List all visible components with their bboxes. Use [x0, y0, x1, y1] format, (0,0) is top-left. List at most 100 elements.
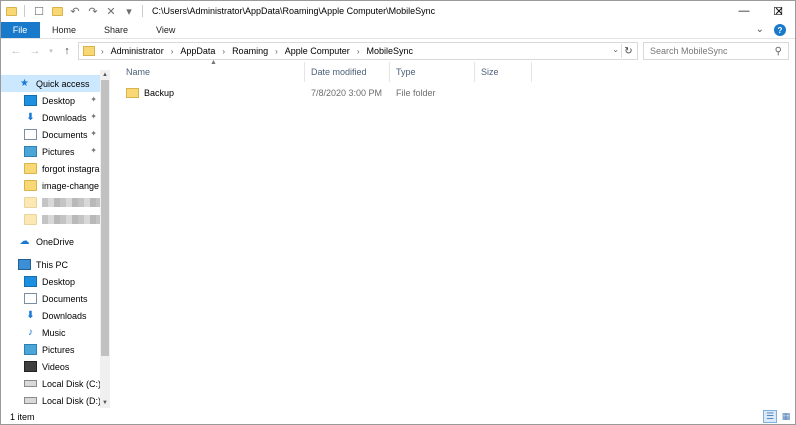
undo-icon[interactable]: ↶	[68, 4, 82, 18]
chevron-right-icon[interactable]: ›	[171, 47, 174, 56]
nav-qa-downloads[interactable]: ⬇ Downloads ✦	[0, 109, 100, 126]
breadcrumb-administrator[interactable]: Administrator	[111, 46, 164, 56]
nav-label: Desktop	[42, 276, 76, 287]
file-list: Name ▲ Date modified Type Size Backup 7/…	[112, 59, 796, 408]
quick-access-toolbar-dropdown[interactable]: ▾	[122, 4, 136, 18]
separator	[24, 5, 25, 17]
large-icons-view-icon[interactable]: ▦	[779, 410, 793, 423]
forward-button[interactable]: →	[27, 43, 43, 59]
nav-onedrive[interactable]: ☁ OneDrive	[0, 233, 100, 250]
refresh-icon[interactable]: ↻	[621, 44, 635, 58]
table-row[interactable]: Backup 7/8/2020 3:00 PM File folder	[126, 85, 456, 101]
chevron-right-icon[interactable]: ›	[357, 47, 360, 56]
download-icon: ⬇	[26, 310, 35, 321]
breadcrumb-apple-computer[interactable]: Apple Computer	[285, 46, 350, 56]
redo-icon[interactable]: ↷	[86, 4, 100, 18]
tab-share[interactable]: Share	[90, 22, 142, 38]
documents-icon	[24, 293, 37, 304]
navigation-pane: ★ Quick access Desktop ✦ ⬇ Downloads ✦ D…	[0, 70, 112, 408]
title-bar: ☐ ↶ ↷ ✕ ▾ C:\Users\Administrator\AppData…	[0, 0, 796, 22]
nav-pc-desktop[interactable]: Desktop	[0, 273, 100, 290]
nav-qa-image-change[interactable]: image-change it	[0, 177, 100, 194]
folder-icon	[24, 180, 37, 191]
help-icon[interactable]: ?	[774, 24, 786, 36]
pin-icon[interactable]: ✦	[90, 95, 97, 104]
computer-icon	[18, 259, 31, 270]
nav-label: image-change it	[42, 180, 100, 191]
nav-qa-redacted-2[interactable]	[0, 211, 100, 228]
nav-qa-redacted-1[interactable]	[0, 194, 100, 211]
chevron-right-icon[interactable]: ›	[222, 47, 225, 56]
nav-qa-forgot-instagram[interactable]: forgot instagram	[0, 160, 100, 177]
breadcrumb-roaming[interactable]: Roaming	[232, 46, 268, 56]
chevron-right-icon[interactable]: ›	[275, 47, 278, 56]
address-dropdown-icon[interactable]: ⌄	[612, 45, 619, 54]
details-view-icon[interactable]: ☰	[763, 410, 777, 423]
up-button[interactable]: ↑	[59, 43, 75, 59]
nav-scrollbar[interactable]: ▲ ▼	[100, 70, 110, 408]
breadcrumb-appdata[interactable]: AppData	[180, 46, 215, 56]
pictures-icon	[24, 146, 37, 157]
nav-pc-music[interactable]: ♪ Music	[0, 324, 100, 341]
redacted-label	[42, 198, 100, 207]
folder-icon	[24, 214, 37, 225]
column-header-name[interactable]: Name ▲	[112, 59, 305, 82]
nav-qa-pictures[interactable]: Pictures ✦	[0, 143, 100, 160]
nav-label: Documents	[42, 293, 88, 304]
folder-icon	[24, 163, 37, 174]
minimize-button[interactable]: —	[727, 0, 761, 22]
column-header-date-modified[interactable]: Date modified	[305, 62, 390, 82]
folder-icon	[126, 88, 139, 98]
nav-this-pc[interactable]: This PC	[0, 256, 100, 273]
pin-icon[interactable]: ✦	[90, 129, 97, 138]
column-header-size[interactable]: Size	[475, 62, 532, 82]
nav-pc-pictures[interactable]: Pictures	[0, 341, 100, 358]
scroll-down-icon[interactable]: ▼	[100, 398, 110, 408]
status-bar: 1 item ☰ ▦	[0, 408, 796, 425]
star-icon: ★	[20, 78, 29, 89]
nav-pc-documents[interactable]: Documents	[0, 290, 100, 307]
music-icon: ♪	[28, 327, 33, 338]
address-bar[interactable]: › Administrator › AppData › Roaming › Ap…	[78, 42, 638, 60]
close-button[interactable]: ✕	[762, 0, 796, 22]
nav-label: Documents	[42, 129, 88, 140]
nav-quick-access[interactable]: ★ Quick access	[0, 75, 100, 92]
column-label: Type	[396, 67, 416, 77]
documents-icon	[24, 129, 37, 140]
nav-pc-videos[interactable]: Videos	[0, 358, 100, 375]
column-header-type[interactable]: Type	[390, 62, 475, 82]
recent-locations-icon[interactable]: ▾	[46, 43, 56, 59]
nav-pc-local-disk-d[interactable]: Local Disk (D:)	[0, 392, 100, 409]
nav-pc-downloads[interactable]: ⬇ Downloads	[0, 307, 100, 324]
breadcrumb-mobilesync[interactable]: MobileSync	[366, 46, 413, 56]
redacted-label	[42, 215, 100, 224]
search-icon: ⚲	[774, 45, 782, 57]
new-folder-icon[interactable]	[50, 4, 64, 18]
tab-view[interactable]: View	[142, 22, 189, 38]
nav-label: Downloads	[42, 310, 87, 321]
scroll-up-icon[interactable]: ▲	[100, 70, 110, 80]
cloud-icon: ☁	[19, 236, 30, 247]
tab-file[interactable]: File	[0, 22, 40, 38]
chevron-right-icon[interactable]: ›	[101, 47, 104, 56]
nav-qa-desktop[interactable]: Desktop ✦	[0, 92, 100, 109]
tab-home[interactable]: Home	[40, 22, 90, 38]
nav-label: Pictures	[42, 146, 75, 157]
expand-ribbon-icon[interactable]: ⌄	[756, 24, 764, 36]
search-input[interactable]: Search MobileSync ⚲	[643, 42, 789, 60]
nav-label: forgot instagram	[42, 163, 100, 174]
folder-icon	[83, 46, 95, 56]
delete-icon[interactable]: ✕	[104, 4, 118, 18]
separator	[142, 5, 143, 17]
nav-qa-documents[interactable]: Documents ✦	[0, 126, 100, 143]
back-button[interactable]: ←	[8, 43, 24, 59]
pin-icon[interactable]: ✦	[90, 146, 97, 155]
column-label: Date modified	[311, 67, 367, 77]
scroll-thumb[interactable]	[101, 80, 109, 356]
properties-icon[interactable]: ☐	[32, 4, 46, 18]
pin-icon[interactable]: ✦	[90, 112, 97, 121]
nav-label: Local Disk (C:)	[42, 378, 100, 389]
disk-icon	[24, 397, 37, 404]
nav-pc-local-disk-c[interactable]: Local Disk (C:)	[0, 375, 100, 392]
ribbon-controls: ⌄ ?	[756, 24, 786, 36]
